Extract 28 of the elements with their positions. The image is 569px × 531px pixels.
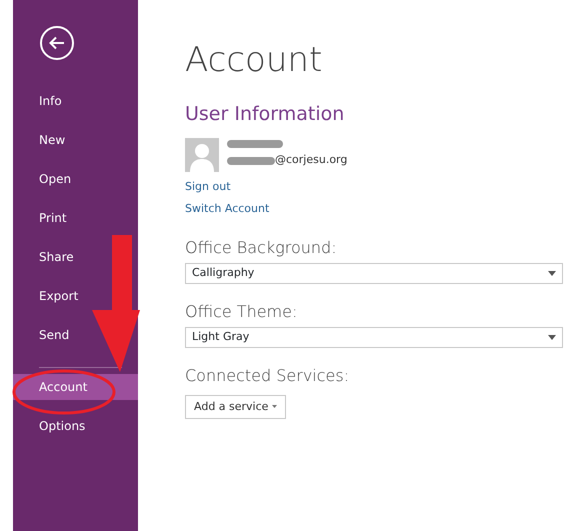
caret-icon <box>548 334 556 340</box>
setting-label: Office Background: <box>185 236 338 259</box>
avatar-icon <box>185 138 219 172</box>
caret-icon <box>548 270 556 276</box>
sidebar-item[interactable]: Export <box>13 277 138 316</box>
caret-icon <box>272 405 277 408</box>
back-button[interactable] <box>40 26 74 60</box>
sidebar-item[interactable]: Send <box>13 316 138 355</box>
sidebar-item[interactable]: New <box>13 121 138 160</box>
redaction-mark <box>227 140 283 148</box>
section-heading: User Information <box>185 102 346 126</box>
setting-label: Office Theme: <box>185 300 298 323</box>
account-link[interactable]: Sign out <box>185 176 231 198</box>
back-arrow-icon <box>49 36 65 50</box>
dropdown-field[interactable]: Light Gray <box>185 326 563 348</box>
sidebar-item[interactable]: Options <box>13 407 138 446</box>
email-text: @corjesu.org <box>275 152 348 168</box>
sidebar-item[interactable]: Info <box>13 82 138 121</box>
page-title: Account <box>185 40 324 81</box>
setting-label: Connected Services: <box>185 364 350 387</box>
sidebar-item[interactable]: Share <box>13 238 138 277</box>
sidebar-item[interactable]: Open <box>13 160 138 199</box>
sidebar-item[interactable]: Print <box>13 199 138 238</box>
sidebar-item[interactable]: Account <box>13 374 138 400</box>
add-service-button[interactable]: Add a service <box>185 394 286 420</box>
dropdown-field[interactable]: Calligraphy <box>185 262 563 284</box>
redaction-mark <box>227 156 275 165</box>
account-link[interactable]: Switch Account <box>185 198 270 220</box>
